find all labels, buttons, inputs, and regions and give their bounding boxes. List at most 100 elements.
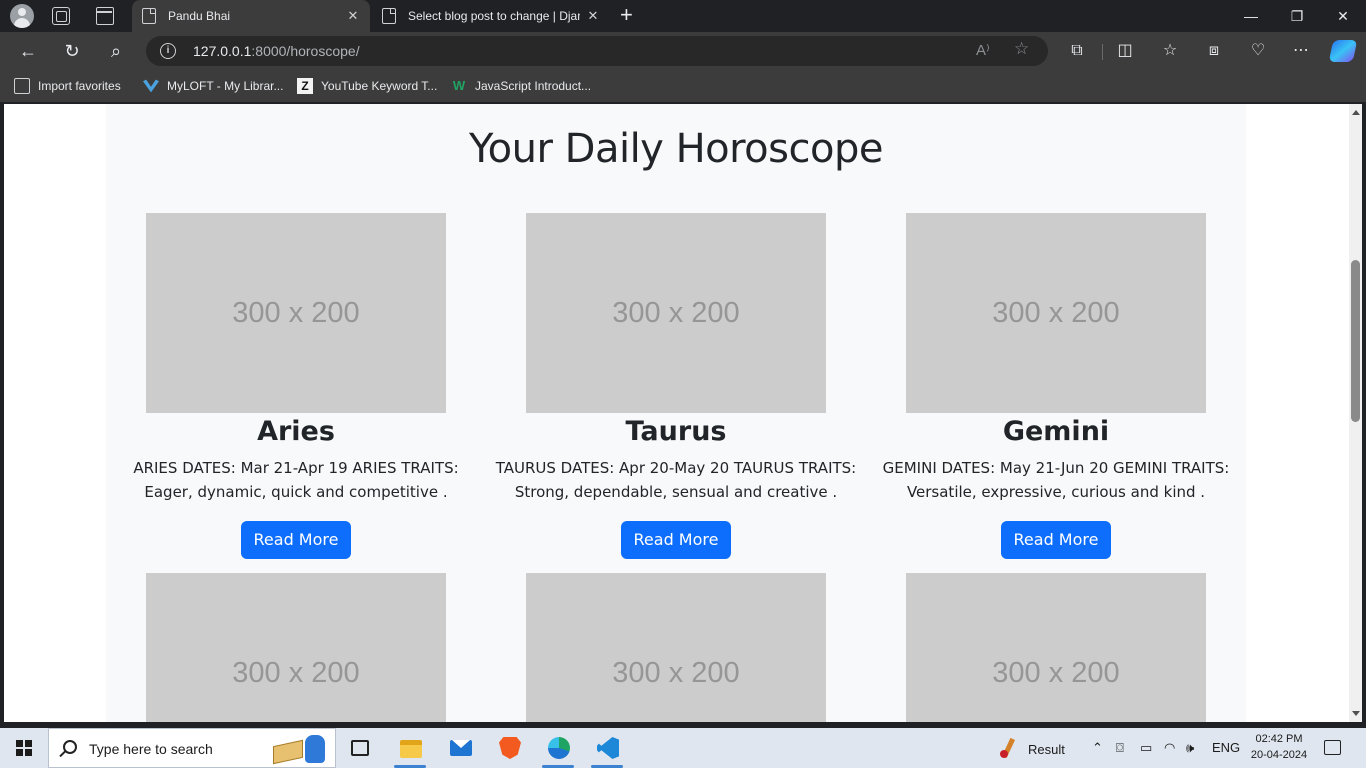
taskbar-search-box[interactable]: Type here to search [48, 728, 336, 768]
card-title: Taurus [625, 416, 727, 447]
edge-browser-button[interactable] [538, 728, 578, 768]
restore-button[interactable]: ❐ [1274, 0, 1320, 32]
address-bar[interactable]: i 127.0.0.1:8000/horoscope/ A⁾ ☆ [146, 36, 1048, 66]
file-explorer-button[interactable] [390, 728, 430, 768]
brave-icon [499, 737, 521, 759]
browser-title-bar: Pandu Bhai ✕ Select blog post to change … [0, 0, 1366, 32]
mail-button[interactable] [440, 728, 480, 768]
favorite-import[interactable]: Import favorites [14, 78, 121, 94]
scroll-up-arrow-icon[interactable] [1352, 110, 1360, 115]
battery-icon[interactable]: ▭ [1140, 740, 1152, 756]
workspaces-icon[interactable] [52, 7, 70, 25]
page-viewport: Your Daily Horoscope 300 x 200 Aries ARI… [4, 104, 1349, 722]
collections-icon[interactable]: ⧈ [1203, 40, 1225, 62]
more-options-icon[interactable]: ⋯ [1290, 40, 1312, 62]
scroll-down-arrow-icon[interactable] [1352, 711, 1360, 716]
zz-icon: Z [297, 78, 313, 94]
favorites-icon[interactable]: ☆ [1159, 40, 1181, 62]
page-favicon-icon [382, 8, 396, 24]
url-path: :8000/horoscope/ [251, 43, 360, 59]
browser-toolbar: ← ↻ ⌕ i 127.0.0.1:8000/horoscope/ A⁾ ☆ ⧉… [0, 32, 1366, 70]
favorite-star-icon[interactable]: ☆ [1014, 39, 1029, 59]
cricket-icon [998, 738, 1018, 760]
favorite-myloft[interactable]: MyLOFT - My Librar... [143, 78, 283, 94]
favorite-label: Import favorites [38, 79, 121, 93]
file-explorer-icon [400, 740, 422, 758]
meet-now-icon[interactable]: ⌼ [1116, 740, 1124, 756]
brave-browser-button[interactable] [489, 728, 529, 768]
import-favorites-icon [14, 78, 30, 94]
windows-start-icon[interactable] [16, 740, 32, 756]
profile-avatar-icon[interactable] [10, 4, 34, 28]
extensions-icon[interactable]: ⧉ [1066, 40, 1088, 62]
read-aloud-icon[interactable]: A⁾ [976, 41, 990, 59]
task-view-button[interactable] [340, 728, 380, 768]
card-row2-2: 300 x 200 [486, 573, 866, 722]
tab-pandu-bhai[interactable]: Pandu Bhai ✕ [132, 0, 370, 32]
url-text[interactable]: 127.0.0.1:8000/horoscope/ [193, 43, 360, 59]
read-more-button[interactable]: Read More [1000, 521, 1112, 559]
vscode-button[interactable] [587, 728, 627, 768]
clock-date: 20-04-2024 [1250, 749, 1308, 761]
read-more-button[interactable]: Read More [620, 521, 732, 559]
card-image-placeholder: 300 x 200 [146, 573, 446, 722]
task-view-icon [351, 740, 369, 756]
favorite-label: JavaScript Introduct... [475, 79, 592, 93]
notification-center-icon[interactable] [1324, 740, 1341, 755]
page-title: Your Daily Horoscope [469, 126, 883, 172]
search-icon[interactable]: ⌕ [104, 39, 128, 63]
card-title: Aries [257, 416, 335, 447]
card-aries: 300 x 200 Aries ARIES DATES: Mar 21-Apr … [106, 213, 486, 559]
favorite-youtube-keyword[interactable]: Z YouTube Keyword T... [297, 78, 437, 94]
language-indicator[interactable]: ENG [1212, 740, 1240, 755]
card-image-placeholder: 300 x 200 [526, 213, 826, 413]
page-scrollbar[interactable] [1349, 104, 1362, 722]
card-row2-1: 300 x 200 [106, 573, 486, 722]
card-gemini: 300 x 200 Gemini GEMINI DATES: May 21-Ju… [866, 213, 1246, 559]
card-text: ARIES DATES: Mar 21-Apr 19 ARIES TRAITS:… [133, 459, 459, 501]
edge-icon [548, 737, 570, 759]
refresh-button[interactable]: ↻ [60, 39, 84, 63]
url-host: 127.0.0.1 [193, 43, 252, 59]
wifi-icon[interactable]: ◠ [1164, 740, 1175, 756]
favorite-label: YouTube Keyword T... [321, 79, 438, 93]
card-image-placeholder: 300 x 200 [906, 213, 1206, 413]
mail-icon [450, 740, 472, 756]
tab-close-icon[interactable]: ✕ [346, 8, 360, 24]
cricket-result-widget[interactable]: Result [998, 738, 1065, 760]
card-image-placeholder: 300 x 200 [906, 573, 1206, 722]
horoscope-container: Your Daily Horoscope 300 x 200 Aries ARI… [106, 104, 1246, 722]
split-screen-icon[interactable]: ◫ [1114, 40, 1136, 62]
favorite-javascript[interactable]: W JavaScript Introduct... [451, 78, 591, 94]
scrollbar-thumb[interactable] [1351, 260, 1360, 422]
vscode-icon [597, 737, 619, 759]
favorite-label: MyLOFT - My Librar... [167, 79, 284, 93]
card-image-placeholder: 300 x 200 [526, 573, 826, 722]
card-text: TAURUS DATES: Apr 20-May 20 TAURUS TRAIT… [495, 459, 857, 501]
card-text: GEMINI DATES: May 21-Jun 20 GEMINI TRAIT… [882, 459, 1230, 501]
clock-time: 02:42 PM [1255, 733, 1303, 745]
browser-essentials-icon[interactable]: ♡ [1247, 40, 1269, 62]
tab-select-blog-post[interactable]: Select blog post to change | Djan ✕ [372, 0, 610, 32]
read-more-button[interactable]: Read More [240, 521, 352, 559]
volume-icon[interactable]: 🕪 [1186, 740, 1194, 756]
show-hidden-icons-chevron-icon[interactable]: ⌃ [1092, 740, 1103, 756]
copilot-icon[interactable] [1328, 40, 1358, 62]
search-icon [63, 740, 77, 754]
card-title: Gemini [1002, 416, 1110, 447]
search-highlight-illustration [269, 733, 333, 765]
tab-title: Pandu Bhai [168, 9, 231, 23]
card-taurus: 300 x 200 Taurus TAURUS DATES: Apr 20-Ma… [486, 213, 866, 559]
minimize-button[interactable]: — [1228, 0, 1274, 32]
new-tab-button[interactable]: + [620, 3, 633, 27]
close-window-button[interactable]: ✕ [1320, 0, 1366, 32]
tab-close-icon[interactable]: ✕ [586, 8, 600, 24]
back-button[interactable]: ← [16, 39, 40, 63]
site-info-icon[interactable]: i [160, 43, 176, 59]
tab-actions-icon[interactable] [96, 7, 114, 25]
windows-taskbar: Type here to search Result ⌃ ⌼ ▭ ◠ 🕪 ENG… [0, 728, 1366, 768]
system-clock[interactable]: 02:42 PM 20-04-2024 [1246, 731, 1312, 763]
myloft-icon [143, 79, 159, 93]
search-placeholder: Type here to search [89, 741, 213, 757]
page-favicon-icon [142, 8, 156, 24]
